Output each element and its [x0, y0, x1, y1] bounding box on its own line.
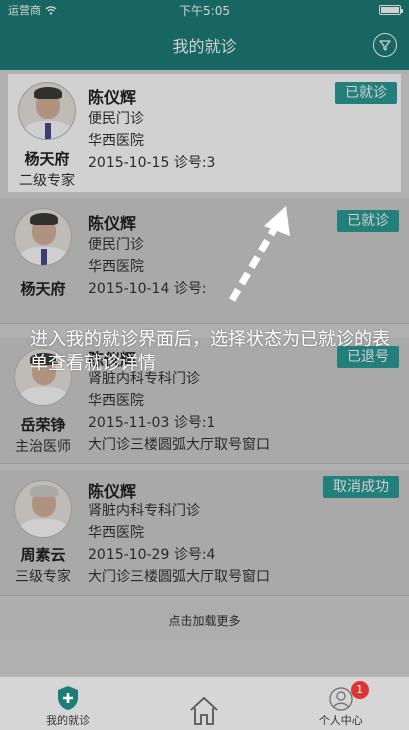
- battery-icon: [379, 5, 403, 15]
- load-more-button[interactable]: 点击加载更多: [0, 600, 409, 640]
- date-queue: 2015-10-29 诊号:4: [88, 544, 215, 564]
- doctor-name: 周素云: [20, 546, 66, 564]
- tab-personal-center[interactable]: 1 个人中心: [273, 677, 409, 730]
- home-icon: [190, 696, 219, 725]
- tab-home[interactable]: [136, 677, 272, 730]
- hospital: 华西医院: [88, 259, 144, 275]
- notification-badge: 1: [350, 681, 369, 699]
- status-badge: 已就诊: [335, 82, 397, 104]
- appointment-card[interactable]: 杨天府 陈仪辉 便民门诊 华西医院 2015-10-14 诊号: 已就诊: [0, 198, 409, 324]
- doctor-name: 岳荣铮: [20, 416, 66, 434]
- date-queue: 2015-10-15 诊号:3: [88, 152, 215, 172]
- hospital: 华西医院: [88, 133, 144, 149]
- doctor-name: 杨天府: [20, 280, 66, 298]
- tab-my-visits[interactable]: 我的就诊: [0, 677, 136, 730]
- patient-name: 陈仪辉: [88, 214, 137, 233]
- department: 肾脏内科专科门诊: [88, 503, 200, 519]
- doctor-title: 主治医师: [15, 439, 71, 455]
- filter-icon[interactable]: [373, 33, 397, 57]
- doctor-title: 三级专家: [15, 569, 71, 585]
- user-icon: [329, 687, 353, 711]
- doctor-avatar: [14, 480, 72, 538]
- visit-date: 2015-10-14: [88, 281, 170, 297]
- nav-bar: 我的就诊: [0, 20, 409, 70]
- doctor-name: 杨天府: [24, 150, 70, 168]
- patient-name: 陈仪辉: [88, 88, 137, 107]
- patient-name: 陈仪辉: [88, 482, 137, 501]
- department: 便民门诊: [88, 237, 144, 253]
- hospital: 华西医院: [88, 393, 144, 409]
- queue-number: 诊号:1: [173, 415, 216, 431]
- visit-date: 2015-10-29: [88, 547, 170, 563]
- page-title: 我的就诊: [172, 37, 237, 56]
- doctor-avatar: [18, 82, 76, 140]
- shield-plus-icon: [58, 686, 79, 710]
- visit-date: 2015-10-15: [88, 155, 170, 171]
- status-badge: 取消成功: [323, 476, 399, 498]
- tab-bar: 我的就诊 1 个人中心: [0, 676, 409, 730]
- hospital: 华西医院: [88, 525, 144, 541]
- clock: 下午5:05: [179, 3, 230, 18]
- guide-arrow-icon: [228, 206, 290, 302]
- queue-number: 诊号:4: [173, 547, 216, 563]
- department: 便民门诊: [88, 111, 144, 127]
- appointment-card[interactable]: 杨天府 二级专家 陈仪辉 便民门诊 华西医院 2015-10-15 诊号:3 已…: [8, 74, 401, 192]
- status-badge: 已就诊: [337, 210, 399, 232]
- queue-number: 诊号:: [173, 281, 207, 297]
- tab-label: 我的就诊: [46, 714, 91, 727]
- date-queue: 2015-10-14 诊号:: [88, 278, 207, 298]
- doctor-avatar: [14, 208, 72, 266]
- status-bar: 运营商 下午5:05: [0, 0, 409, 20]
- pickup-location: 大门诊三楼圆弧大厅取号窗口: [88, 569, 270, 585]
- visit-date: 2015-11-03: [88, 415, 170, 431]
- pickup-location: 大门诊三楼圆弧大厅取号窗口: [88, 437, 270, 453]
- date-queue: 2015-11-03 诊号:1: [88, 412, 215, 432]
- guide-tip-text: 进入我的就诊界面后，选择状态为已就诊的表单查看就诊详情: [30, 329, 390, 374]
- doctor-title: 二级专家: [19, 173, 75, 189]
- queue-number: 诊号:3: [173, 155, 216, 171]
- tab-label: 个人中心: [318, 714, 363, 727]
- appointment-card[interactable]: 周素云 三级专家 陈仪辉 肾脏内科专科门诊 华西医院 2015-10-29 诊号…: [0, 470, 409, 596]
